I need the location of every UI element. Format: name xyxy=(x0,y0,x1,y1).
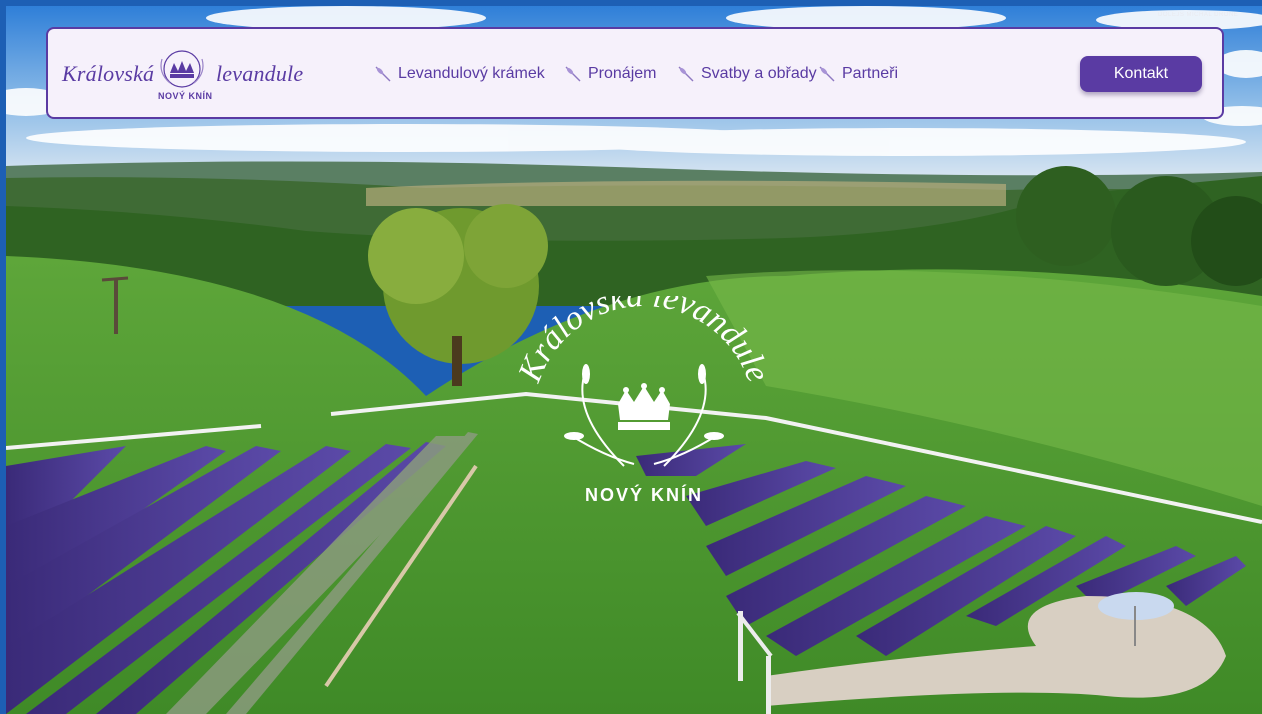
nav-item-label: Partneři xyxy=(842,65,899,82)
brand-logo[interactable]: Královská levandule NOVÝ KNÍN xyxy=(62,47,303,107)
hero-emblem: Královská levandule NOVÝ KNÍN xyxy=(514,296,774,505)
brand-name-right: levandule xyxy=(216,61,304,86)
emblem-title: Královská levandule xyxy=(514,296,774,388)
brand-name-left: Královská xyxy=(62,61,155,86)
nav-item-label: Levandulový krámek xyxy=(398,65,545,82)
nav-item-partneri[interactable]: Partneři xyxy=(818,65,898,83)
top-navigation: Královská levandule NOVÝ KNÍN Levandulov… xyxy=(46,27,1224,119)
crown-icon xyxy=(618,383,670,430)
photo-credit: DOLEJS MICHAL DRONE xyxy=(1158,12,1239,18)
crown-icon xyxy=(160,50,204,88)
lavender-sprig-icon xyxy=(678,66,694,82)
contact-button[interactable]: Kontakt xyxy=(1080,56,1202,92)
lavender-sprig-icon xyxy=(819,66,835,82)
brand-subtitle: NOVÝ KNÍN xyxy=(158,91,213,101)
lavender-sprig-icon xyxy=(565,66,581,82)
emblem-subtitle: NOVÝ KNÍN xyxy=(585,484,703,505)
lavender-sprig-icon xyxy=(375,66,391,82)
nav-item-label: Svatby a obřady xyxy=(701,65,817,82)
nav-item-levandulovy-kramek[interactable]: Levandulový krámek xyxy=(374,65,545,83)
nav-item-svatby-a-obrady[interactable]: Svatby a obřady xyxy=(677,65,817,83)
nav-item-pronajem[interactable]: Pronájem xyxy=(564,65,656,83)
nav-item-label: Pronájem xyxy=(588,65,657,82)
